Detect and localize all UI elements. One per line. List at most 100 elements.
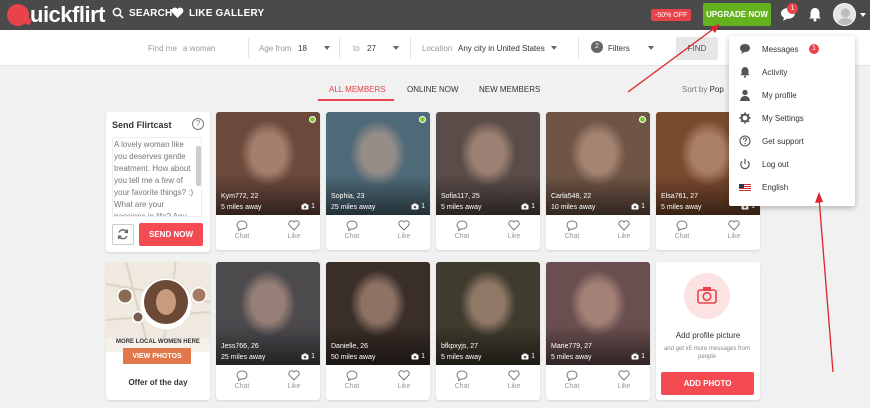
member-card[interactable]: Sophia, 23 25 miles away 1 Chat Like xyxy=(326,112,430,250)
chat-button[interactable]: Chat xyxy=(436,220,488,240)
age-to-select[interactable]: 27 xyxy=(367,44,376,53)
member-name-age: Elsa761, 27 xyxy=(661,193,698,200)
chat-button[interactable]: Chat xyxy=(436,370,488,390)
bell-icon xyxy=(740,67,750,78)
filters-button[interactable]: Filters xyxy=(608,44,630,53)
chat-button[interactable]: Chat xyxy=(546,370,598,390)
chevron-down-icon[interactable] xyxy=(393,46,399,50)
bell-icon[interactable] xyxy=(808,7,822,22)
like-button[interactable]: Like xyxy=(488,370,540,390)
member-photo[interactable]: Kym772, 22 5 miles away 1 xyxy=(216,112,320,215)
nav-like-gallery[interactable]: LIKE GALLERY xyxy=(171,7,264,19)
chevron-down-icon[interactable] xyxy=(860,13,866,17)
member-card[interactable]: Sofia117, 25 5 miles away 1 Chat Like xyxy=(436,112,540,250)
chat-icon xyxy=(676,220,688,231)
member-card[interactable]: Jess766, 26 25 miles away 1 Chat Like xyxy=(216,262,320,400)
upgrade-button[interactable]: UPGRADE NOW xyxy=(703,3,771,26)
member-photo[interactable]: Sophia, 23 25 miles away 1 xyxy=(326,112,430,215)
member-photo[interactable]: Jess766, 26 25 miles away 1 xyxy=(216,262,320,365)
tab-all-members[interactable]: ALL MEMBERS xyxy=(329,85,386,94)
flirtcast-message-textarea[interactable]: A lovely woman like you deserves gentle … xyxy=(112,137,202,217)
chevron-down-icon[interactable] xyxy=(324,46,330,50)
location-select[interactable]: Any city in United States xyxy=(458,44,545,53)
menu-item-activity[interactable]: Activity xyxy=(729,62,855,82)
find-me-label: Find me xyxy=(148,44,177,53)
add-photo-button[interactable]: ADD PHOTO xyxy=(661,372,754,395)
member-name-age: Marie779, 27 xyxy=(551,343,592,350)
help-icon[interactable]: ? xyxy=(192,118,204,130)
menu-item-english[interactable]: English xyxy=(729,177,855,197)
member-name: Sophia xyxy=(331,193,353,200)
member-card[interactable]: Danielle, 26 50 miles away 1 Chat Like xyxy=(326,262,430,400)
member-card[interactable]: Marie779, 27 5 miles away 1 Chat Like xyxy=(546,262,650,400)
member-photo[interactable]: Sofia117, 25 5 miles away 1 xyxy=(436,112,540,215)
member-card[interactable]: bfkpxyjs, 27 5 miles away 1 Chat Like xyxy=(436,262,540,400)
find-button[interactable]: FIND xyxy=(676,37,718,60)
find-me-select[interactable]: a woman xyxy=(183,44,215,53)
divider xyxy=(578,38,579,58)
chat-icon xyxy=(456,220,468,231)
sort-by[interactable]: Sort by Pop xyxy=(682,85,724,94)
offer-card[interactable]: MORE LOCAL WOMEN HERE VIEW PHOTOS Offer … xyxy=(106,262,210,400)
member-photo[interactable]: bfkpxyjs, 27 5 miles away 1 xyxy=(436,262,540,365)
like-button[interactable]: Like xyxy=(268,220,320,240)
heart-icon xyxy=(618,220,630,231)
menu-item-my-settings[interactable]: My Settings xyxy=(729,108,855,128)
chevron-down-icon[interactable] xyxy=(648,46,654,50)
like-button[interactable]: Like xyxy=(708,220,760,240)
menu-item-label: Log out xyxy=(762,160,789,169)
chat-button[interactable]: Chat xyxy=(656,220,708,240)
menu-item-get-support[interactable]: Get support xyxy=(729,131,855,151)
add-photo-subtitle: and get x5 more messages from people xyxy=(663,346,751,360)
member-card[interactable]: Kym772, 22 5 miles away 1 Chat Like xyxy=(216,112,320,250)
camera-icon-circle[interactable] xyxy=(684,273,730,319)
chat-button[interactable]: Chat xyxy=(326,220,378,240)
card-actions: Chat Like xyxy=(546,367,650,400)
chevron-down-icon[interactable] xyxy=(551,46,557,50)
tab-new-members[interactable]: NEW MEMBERS xyxy=(479,85,540,94)
heart-icon xyxy=(728,220,740,231)
camera-icon xyxy=(697,287,717,304)
like-button[interactable]: Like xyxy=(598,370,650,390)
view-photos-button[interactable]: VIEW PHOTOS xyxy=(123,348,191,364)
user-avatar[interactable] xyxy=(833,3,856,26)
age-to-label: to xyxy=(353,44,360,53)
camera-icon xyxy=(631,203,639,210)
chat-icon xyxy=(566,220,578,231)
like-label: Like xyxy=(617,383,631,390)
member-age: 23 xyxy=(356,193,365,200)
chat-button[interactable]: Chat xyxy=(216,370,268,390)
member-photo[interactable]: Marie779, 27 5 miles away 1 xyxy=(546,262,650,365)
nav-search[interactable]: SEARCH xyxy=(112,7,172,19)
like-label: Like xyxy=(507,383,521,390)
member-age: 26 xyxy=(250,343,259,350)
menu-item-log-out[interactable]: Log out xyxy=(729,154,855,174)
member-card[interactable]: Carla548, 22 10 miles away 1 Chat Like xyxy=(546,112,650,250)
like-button[interactable]: Like xyxy=(488,220,540,240)
like-label: Like xyxy=(727,233,741,240)
online-indicator xyxy=(309,116,316,123)
send-now-button[interactable]: SEND NOW xyxy=(139,223,203,246)
scrollbar[interactable] xyxy=(196,146,201,186)
refresh-button[interactable] xyxy=(112,224,134,245)
online-indicator xyxy=(639,116,646,123)
photo-count-value: 1 xyxy=(531,203,535,210)
logo[interactable]: uickflirt xyxy=(7,2,105,27)
menu-item-my-profile[interactable]: My profile xyxy=(729,85,855,105)
member-photo[interactable]: Carla548, 22 10 miles away 1 xyxy=(546,112,650,215)
tab-online-now[interactable]: ONLINE NOW xyxy=(407,85,459,94)
like-button[interactable]: Like xyxy=(598,220,650,240)
like-button[interactable]: Like xyxy=(378,370,430,390)
chat-button[interactable]: Chat xyxy=(326,370,378,390)
chat-button[interactable]: Chat xyxy=(546,220,598,240)
member-distance: 5 miles away xyxy=(441,354,482,361)
camera-icon xyxy=(301,353,309,360)
user-dropdown-menu: Messages Activity My profile My Settings… xyxy=(729,36,855,206)
like-button[interactable]: Like xyxy=(268,370,320,390)
offer-tagline: MORE LOCAL WOMEN HERE xyxy=(116,339,200,345)
age-from-select[interactable]: 18 xyxy=(298,44,307,53)
member-photo[interactable]: Danielle, 26 50 miles away 1 xyxy=(326,262,430,365)
chat-button[interactable]: Chat xyxy=(216,220,268,240)
like-button[interactable]: Like xyxy=(378,220,430,240)
menu-item-messages[interactable]: Messages xyxy=(729,39,855,59)
